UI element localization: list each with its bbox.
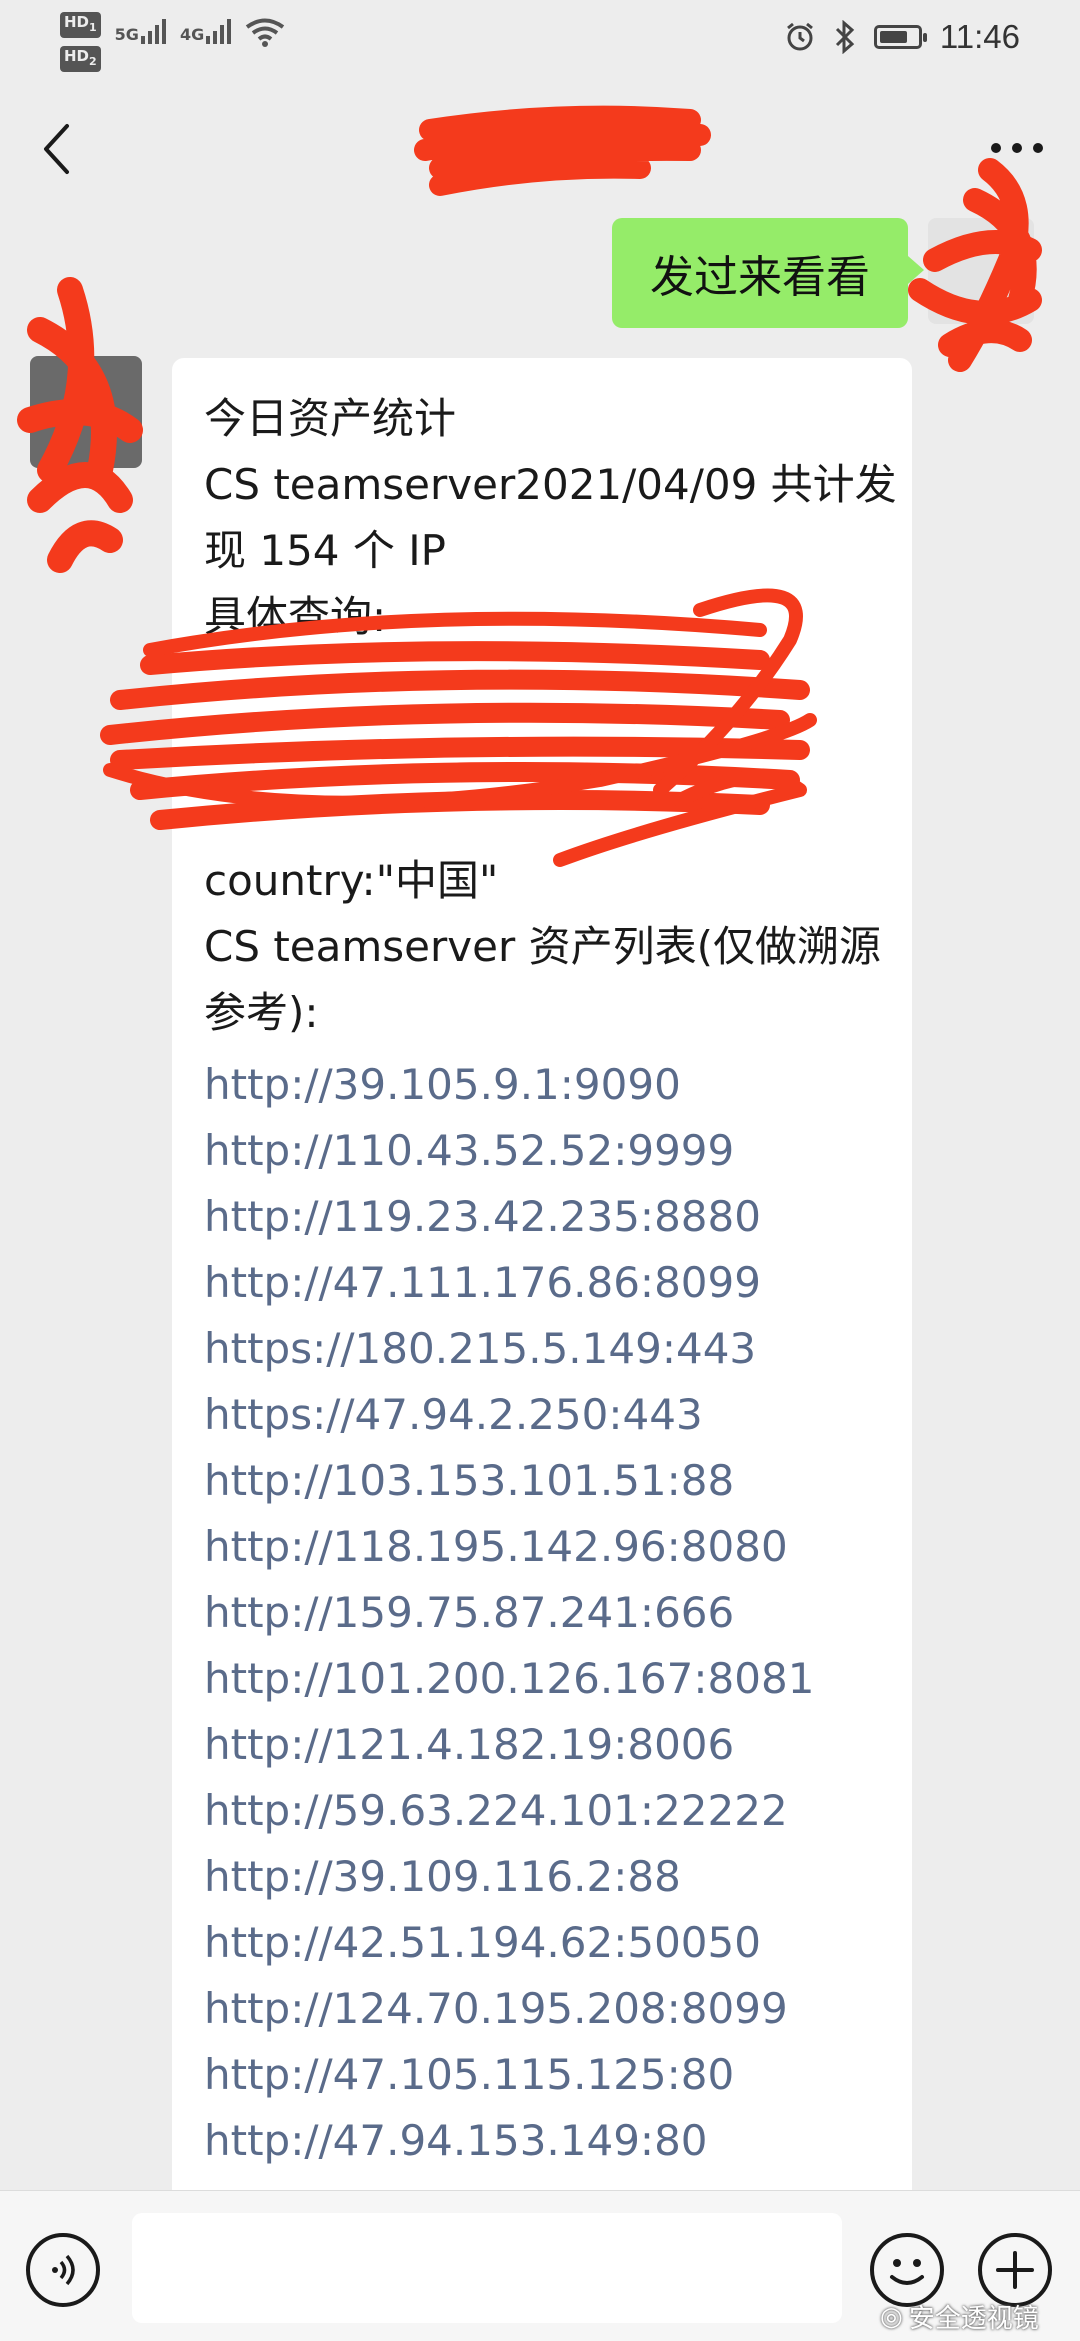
- outgoing-bubble[interactable]: 发过来看看: [612, 218, 924, 328]
- ip-link[interactable]: http://118.195.142.96:8080: [204, 1514, 882, 1580]
- ip-link[interactable]: http://59.63.224.101:22222: [204, 1778, 882, 1844]
- ip-link[interactable]: http://103.153.101.51:88: [204, 1448, 882, 1514]
- more-button[interactable]: [982, 118, 1052, 178]
- ip-link[interactable]: http://39.109.116.2:88: [204, 1844, 882, 1910]
- contact-avatar[interactable]: [30, 356, 142, 468]
- link-list: http://39.105.9.1:9090 http://110.43.52.…: [204, 1052, 882, 2240]
- emoji-button[interactable]: [870, 2233, 944, 2307]
- chevron-left-icon: [44, 124, 69, 174]
- hd-text-2: HD: [64, 47, 90, 65]
- ip-link[interactable]: http://121.4.182.19:8006: [204, 1712, 882, 1778]
- watermark: ◎ 安全透视镜: [880, 2298, 1039, 2335]
- ip-link[interactable]: http://110.43.52.52:9999: [204, 1118, 882, 1184]
- redacted-line: [204, 716, 882, 782]
- voice-button[interactable]: [26, 2233, 100, 2307]
- back-button[interactable]: [28, 114, 84, 184]
- hd-text-1: HD: [64, 13, 90, 31]
- wechat-icon: ◎: [880, 2301, 903, 2332]
- outgoing-message-row: 发过来看看: [0, 218, 1080, 330]
- emoji-icon: [890, 2259, 924, 2285]
- ip-link[interactable]: http://42.51.194.62:50050: [204, 1910, 882, 1976]
- status-bar: HD1 HD2 5G 4G 11:46: [0, 0, 1080, 78]
- chat-header: [0, 78, 1080, 216]
- signal-4g: 4G: [179, 18, 232, 44]
- message-line: 现 154 个 IP: [204, 526, 446, 575]
- ip-link[interactable]: https://180.215.5.149:443: [204, 1316, 882, 1382]
- watermark-text: 安全透视镜: [908, 2304, 1039, 2334]
- bluetooth-icon: [835, 20, 855, 54]
- signal-5g: 5G: [115, 18, 166, 44]
- message-line: country:"中国": [204, 856, 499, 905]
- ip-link[interactable]: http://39.105.9.1:9090: [204, 1052, 882, 1118]
- hd-sub-1: 1: [89, 21, 97, 34]
- ip-link[interactable]: https://47.94.2.250:443: [204, 1382, 882, 1448]
- ip-link[interactable]: http://47.94.153.149:80: [204, 2108, 882, 2174]
- plus-icon: [996, 2251, 1034, 2289]
- plus-button[interactable]: [978, 2233, 1052, 2307]
- hd-badge-1: HD1: [60, 12, 101, 38]
- wifi-icon: [246, 18, 285, 47]
- more-dots-icon: [991, 143, 1043, 153]
- outgoing-text: 发过来看看: [650, 252, 870, 303]
- clock: 11:46: [939, 18, 1020, 55]
- alarm-icon: [786, 22, 813, 51]
- message-line: 具体查询:: [204, 592, 387, 641]
- hd-indicators: HD1 HD2: [60, 12, 101, 72]
- ip-link[interactable]: http://119.23.42.235:8880: [204, 1184, 882, 1250]
- hd-sub-2: 2: [89, 55, 97, 68]
- message-line: 今日资产统计: [204, 394, 457, 443]
- voice-icon: [52, 2254, 75, 2286]
- battery-fill: [879, 31, 907, 43]
- ip-link[interactable]: http://124.70.195.208:8099: [204, 1976, 882, 2042]
- incoming-bubble[interactable]: 今日资产统计 CS teamserver2021/04/09 共计发 现 154…: [172, 358, 912, 2278]
- status-left: HD1 HD2 5G 4G: [60, 12, 285, 72]
- redacted-line: [204, 782, 882, 848]
- message-line: CS teamserver2021/04/09 共计发: [204, 460, 897, 509]
- ip-link[interactable]: http://101.200.126.167:8081: [204, 1646, 882, 1712]
- message-line: 参考):: [204, 988, 319, 1037]
- redacted-line: [204, 650, 882, 716]
- battery-icon: [873, 25, 927, 49]
- ip-link[interactable]: http://47.111.176.86:8099: [204, 1250, 882, 1316]
- ip-link[interactable]: http://47.105.115.125:80: [204, 2042, 882, 2108]
- message-input[interactable]: [132, 2213, 842, 2323]
- status-right: 11:46: [784, 18, 1080, 56]
- signal-icon: [206, 18, 232, 44]
- signal-icon: [140, 18, 166, 44]
- net-label-5g: 5G: [114, 25, 139, 44]
- net-label-4g: 4G: [179, 25, 205, 44]
- message-line: CS teamserver 资产列表(仅做溯源: [204, 922, 881, 971]
- incoming-text: 今日资产统计 CS teamserver2021/04/09 共计发 现 154…: [204, 386, 897, 1046]
- hd-badge-2: HD2: [60, 46, 101, 72]
- ip-link[interactable]: http://159.75.87.241:666: [204, 1580, 882, 1646]
